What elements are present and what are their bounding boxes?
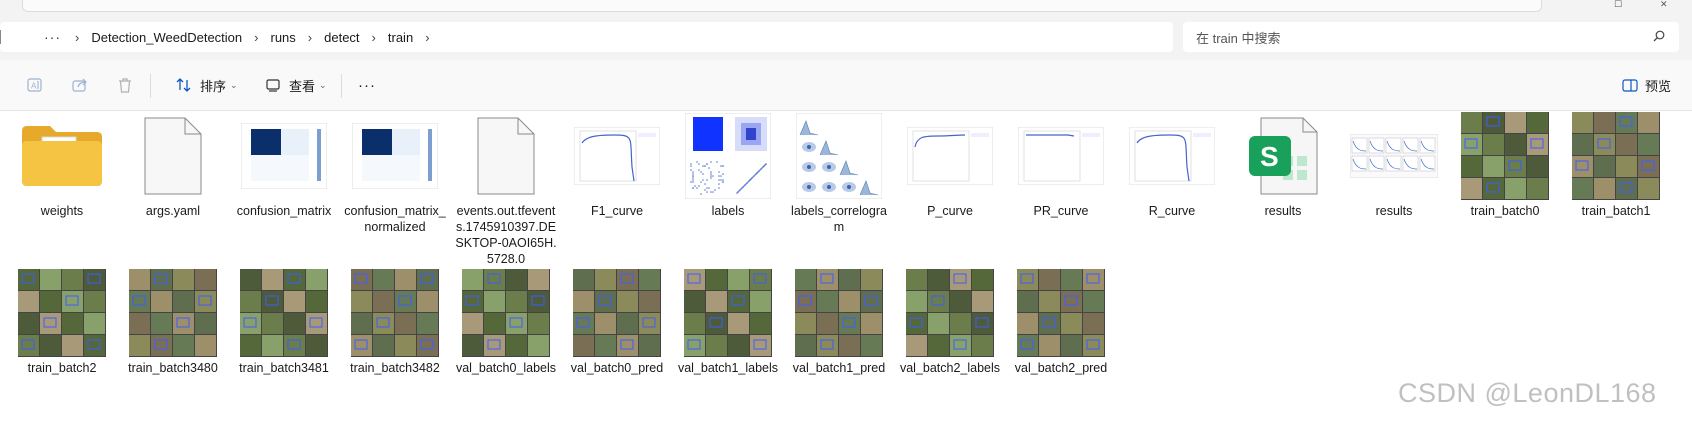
toolbar-divider bbox=[341, 74, 342, 98]
file-name: val_batch2_labels bbox=[899, 361, 1001, 375]
image-thumbnail[interactable] bbox=[565, 111, 669, 201]
image-thumbnail[interactable] bbox=[343, 111, 447, 201]
file-name: labels bbox=[711, 204, 745, 218]
spreadsheet-icon[interactable]: S bbox=[1231, 111, 1335, 201]
search-icon[interactable] bbox=[1653, 30, 1665, 42]
file-name: val_batch0_pred bbox=[570, 361, 664, 375]
file-name: train_batch2 bbox=[27, 361, 97, 375]
image-thumbnail[interactable] bbox=[1342, 111, 1446, 201]
file-name: val_batch1_labels bbox=[677, 361, 779, 375]
chevron-down-icon: ⌄ bbox=[230, 79, 238, 90]
file-name: train_batch3480 bbox=[128, 361, 218, 375]
view-icon bbox=[266, 79, 280, 92]
search-placeholder: 在 train 中搜索 bbox=[1196, 30, 1281, 46]
breadcrumb-item-detection[interactable]: Detection_WeedDetection bbox=[91, 30, 242, 45]
image-thumbnail[interactable] bbox=[676, 111, 780, 201]
toolbar-divider bbox=[150, 74, 151, 98]
address-row: ··· › Detection_WeedDetection › runs › d… bbox=[0, 14, 1692, 60]
chevron-down-icon: ⌄ bbox=[319, 79, 327, 90]
image-thumbnail[interactable] bbox=[454, 268, 558, 358]
file-name: args.yaml bbox=[145, 204, 201, 218]
preview-pane-button[interactable]: 预览 bbox=[1621, 74, 1671, 96]
image-thumbnail[interactable] bbox=[787, 268, 891, 358]
file-name: val_batch1_pred bbox=[792, 361, 886, 375]
file-icon[interactable] bbox=[454, 111, 558, 201]
file-name: P_curve bbox=[927, 204, 973, 218]
chevron-right-icon[interactable]: › bbox=[308, 30, 312, 45]
watermark: CSDN @LeonDL168 bbox=[1398, 378, 1657, 408]
chevron-right-icon[interactable]: › bbox=[254, 30, 258, 45]
breadcrumb-edge bbox=[0, 30, 8, 44]
file-name: PR_curve bbox=[1033, 204, 1089, 218]
rename-button[interactable]: A bbox=[26, 74, 44, 96]
file-name: R_curve bbox=[1148, 204, 1196, 218]
image-thumbnail[interactable] bbox=[1009, 268, 1113, 358]
share-icon bbox=[72, 78, 87, 92]
image-thumbnail[interactable] bbox=[343, 268, 447, 358]
svg-text:A: A bbox=[31, 82, 37, 91]
sort-button[interactable]: 排序 ⌄ bbox=[175, 74, 238, 96]
file-icon[interactable] bbox=[121, 111, 225, 201]
file-name: train_batch3481 bbox=[239, 361, 329, 375]
image-thumbnail[interactable] bbox=[232, 268, 336, 358]
image-thumbnail[interactable] bbox=[898, 111, 1002, 201]
share-button[interactable] bbox=[71, 74, 89, 96]
image-thumbnail[interactable] bbox=[1453, 111, 1557, 201]
image-thumbnail[interactable] bbox=[1120, 111, 1224, 201]
image-thumbnail[interactable] bbox=[1009, 111, 1113, 201]
breadcrumb-item-detect[interactable]: detect bbox=[324, 30, 359, 45]
file-name: train_batch3482 bbox=[350, 361, 440, 375]
file-name: weights bbox=[40, 204, 84, 218]
file-name: confusion_matrix bbox=[236, 204, 332, 218]
image-thumbnail[interactable] bbox=[232, 111, 336, 201]
more-options-button[interactable]: ··· bbox=[358, 74, 376, 96]
chevron-right-icon[interactable]: › bbox=[425, 30, 429, 45]
breadcrumb-item-train[interactable]: train bbox=[388, 30, 413, 45]
breadcrumb[interactable]: ··· › Detection_WeedDetection › runs › d… bbox=[0, 22, 1173, 52]
image-thumbnail[interactable] bbox=[1564, 111, 1668, 201]
tab-strip bbox=[22, 0, 1542, 12]
more-icon: ··· bbox=[358, 76, 376, 94]
view-label: 查看 bbox=[289, 78, 316, 94]
chevron-right-icon[interactable]: › bbox=[372, 30, 376, 45]
file-name: labels_correlogram bbox=[791, 204, 887, 234]
file-name: F1_curve bbox=[590, 204, 644, 218]
view-button[interactable]: 查看 ⌄ bbox=[264, 74, 327, 96]
image-thumbnail[interactable] bbox=[787, 111, 891, 201]
svg-text:S: S bbox=[1260, 141, 1279, 172]
title-bar: ☐ ✕ bbox=[0, 0, 1692, 14]
image-thumbnail[interactable] bbox=[10, 268, 114, 358]
breadcrumb-overflow-button[interactable]: ··· bbox=[44, 29, 61, 45]
search-input[interactable]: 在 train 中搜索 bbox=[1183, 22, 1679, 52]
image-thumbnail[interactable] bbox=[565, 268, 669, 358]
file-name: train_batch0 bbox=[1470, 204, 1540, 218]
image-thumbnail[interactable] bbox=[121, 268, 225, 358]
file-name: val_batch2_pred bbox=[1014, 361, 1108, 375]
close-icon[interactable]: ✕ bbox=[1660, 0, 1674, 9]
sort-label: 排序 bbox=[200, 78, 227, 94]
file-name: val_batch0_labels bbox=[455, 361, 557, 375]
rename-icon: A bbox=[27, 78, 42, 92]
chevron-right-icon[interactable]: › bbox=[75, 30, 79, 45]
image-thumbnail[interactable] bbox=[676, 268, 780, 358]
preview-pane-icon bbox=[1622, 79, 1638, 92]
preview-label: 预览 bbox=[1645, 78, 1672, 94]
file-name: confusion_matrix_normalized bbox=[344, 204, 446, 234]
delete-button[interactable] bbox=[116, 74, 134, 96]
image-thumbnail[interactable] bbox=[898, 268, 1002, 358]
file-name: results bbox=[1375, 204, 1413, 218]
sort-icon bbox=[176, 78, 191, 92]
file-name: results bbox=[1264, 204, 1302, 218]
file-name: events.out.tfevents.1745910397.DESKTOP-0… bbox=[455, 204, 557, 266]
file-name: train_batch1 bbox=[1581, 204, 1651, 218]
breadcrumb-item-runs[interactable]: runs bbox=[270, 30, 295, 45]
maximize-icon[interactable]: ☐ bbox=[1614, 0, 1628, 9]
folder-icon[interactable] bbox=[10, 111, 114, 201]
command-bar: A 排序 ⌄ 查看 ⌄ ··· 预览 bbox=[0, 60, 1692, 111]
trash-icon bbox=[119, 78, 131, 93]
